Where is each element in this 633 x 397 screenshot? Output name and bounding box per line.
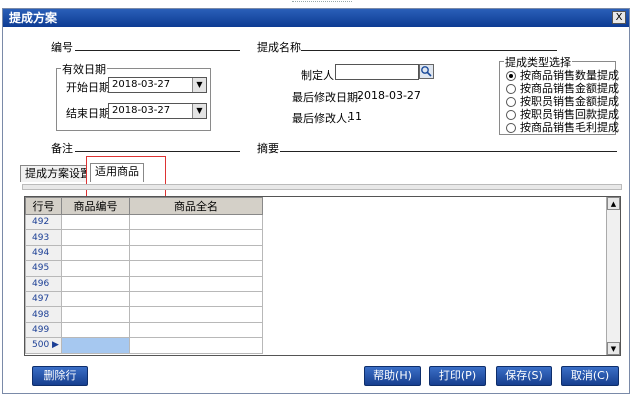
table-row[interactable]: 495: [25, 260, 263, 277]
start-date-combo[interactable]: 2018-03-27 ▼: [108, 77, 207, 93]
print-button[interactable]: 打印(P): [429, 366, 486, 386]
product-name-cell[interactable]: [129, 275, 263, 292]
product-grid: 行号 商品编号 商品全名 492 493 494 495 496 497 498…: [24, 196, 621, 356]
table-row[interactable]: 496: [25, 275, 263, 292]
row-number: 494: [25, 244, 62, 262]
product-name-cell[interactable]: [129, 337, 263, 354]
scroll-up-icon[interactable]: ▲: [607, 197, 620, 210]
product-name-cell[interactable]: [129, 321, 263, 339]
chevron-down-icon[interactable]: ▼: [192, 104, 206, 118]
column-header-product-code[interactable]: 商品编号: [61, 197, 130, 215]
radio-icon[interactable]: [506, 123, 516, 133]
table-row[interactable]: 498: [25, 306, 263, 323]
table-row[interactable]: 499: [25, 321, 263, 339]
row-number: 497: [25, 290, 62, 308]
start-date-label: 开始日期: [66, 81, 110, 94]
product-code-cell[interactable]: [61, 321, 130, 339]
column-header-product-name[interactable]: 商品全名: [129, 197, 263, 215]
table-row[interactable]: 493: [25, 229, 263, 246]
product-code-cell[interactable]: [61, 337, 130, 354]
last-modified-date-label: 最后修改日期:: [292, 91, 362, 104]
product-name-cell[interactable]: [129, 213, 263, 231]
summary-field[interactable]: [280, 140, 617, 152]
code-label: 编号: [51, 41, 73, 54]
table-row[interactable]: 494: [25, 244, 263, 262]
product-name-cell[interactable]: [129, 229, 263, 246]
row-number: 496: [25, 275, 62, 292]
table-row[interactable]: 500 ▶: [25, 337, 263, 354]
product-code-cell[interactable]: [61, 213, 130, 231]
product-code-cell[interactable]: [61, 260, 130, 277]
last-modified-by-value: 11: [348, 110, 362, 123]
product-code-cell[interactable]: [61, 244, 130, 262]
save-button[interactable]: 保存(S): [496, 366, 552, 386]
button-bar: 删除行 帮助(H) 打印(P) 保存(S) 取消(C): [20, 366, 622, 388]
product-name-cell[interactable]: [129, 306, 263, 323]
code-field[interactable]: [75, 39, 240, 51]
last-modified-date-value: 2018-03-27: [357, 89, 421, 102]
row-number: 495: [25, 260, 62, 277]
name-label: 提成名称: [257, 41, 301, 54]
search-icon[interactable]: [419, 64, 434, 79]
chevron-down-icon[interactable]: ▼: [192, 78, 206, 92]
product-code-cell[interactable]: [61, 275, 130, 292]
creator-label: 制定人: [301, 69, 334, 82]
product-code-cell[interactable]: [61, 290, 130, 308]
last-modified-by-label: 最后修改人:: [292, 112, 351, 125]
row-number: 492: [25, 213, 62, 231]
resize-grip[interactable]: [292, 1, 352, 5]
row-number: 493: [25, 229, 62, 246]
row-number: 499: [25, 321, 62, 339]
summary-label: 摘要: [257, 142, 279, 155]
row-number: 500 ▶: [25, 337, 62, 354]
product-name-cell[interactable]: [129, 244, 263, 262]
valid-date-title: 有效日期: [61, 61, 107, 77]
name-field[interactable]: [301, 39, 557, 51]
tab-scheme-settings[interactable]: 提成方案设置: [20, 165, 87, 182]
type-option[interactable]: 按职员销售回款提成: [506, 106, 619, 121]
row-pointer-icon: ▶: [49, 340, 59, 351]
delete-row-button[interactable]: 删除行: [32, 366, 88, 386]
type-option[interactable]: 按职员销售金额提成: [506, 93, 619, 108]
window-title: 提成方案: [9, 11, 58, 25]
end-date-combo[interactable]: 2018-03-27 ▼: [108, 103, 207, 119]
type-option[interactable]: 按商品销售数量提成: [506, 67, 619, 82]
type-option[interactable]: 按商品销售毛利提成: [506, 119, 619, 134]
help-button[interactable]: 帮助(H): [364, 366, 421, 386]
scroll-down-icon[interactable]: ▼: [607, 342, 620, 355]
title-bar: 提成方案 X: [3, 9, 629, 27]
remark-field[interactable]: [75, 140, 240, 152]
type-option[interactable]: 按商品销售金额提成: [506, 80, 619, 95]
grid-table: 行号 商品编号 商品全名 492 493 494 495 496 497 498…: [25, 197, 263, 354]
commission-type-group: 提成类型选择 按商品销售数量提成 按商品销售金额提成 按职员销售金额提成 按职员…: [499, 54, 619, 135]
creator-input[interactable]: [335, 64, 419, 80]
product-name-cell[interactable]: [129, 290, 263, 308]
end-date-value: 2018-03-27: [112, 105, 171, 116]
product-code-cell[interactable]: [61, 229, 130, 246]
table-row[interactable]: 497: [25, 290, 263, 308]
row-number: 498: [25, 306, 62, 323]
product-name-cell[interactable]: [129, 260, 263, 277]
end-date-label: 结束日期: [66, 107, 110, 120]
vertical-scrollbar[interactable]: ▲ ▼: [606, 197, 620, 355]
remark-label: 备注: [51, 142, 73, 155]
close-button[interactable]: X: [612, 11, 626, 24]
splitter[interactable]: [22, 184, 622, 190]
product-code-cell[interactable]: [61, 306, 130, 323]
column-header-row-number[interactable]: 行号: [25, 197, 62, 215]
start-date-value: 2018-03-27: [112, 79, 171, 90]
table-row[interactable]: 492: [25, 213, 263, 231]
cancel-button[interactable]: 取消(C): [561, 366, 619, 386]
